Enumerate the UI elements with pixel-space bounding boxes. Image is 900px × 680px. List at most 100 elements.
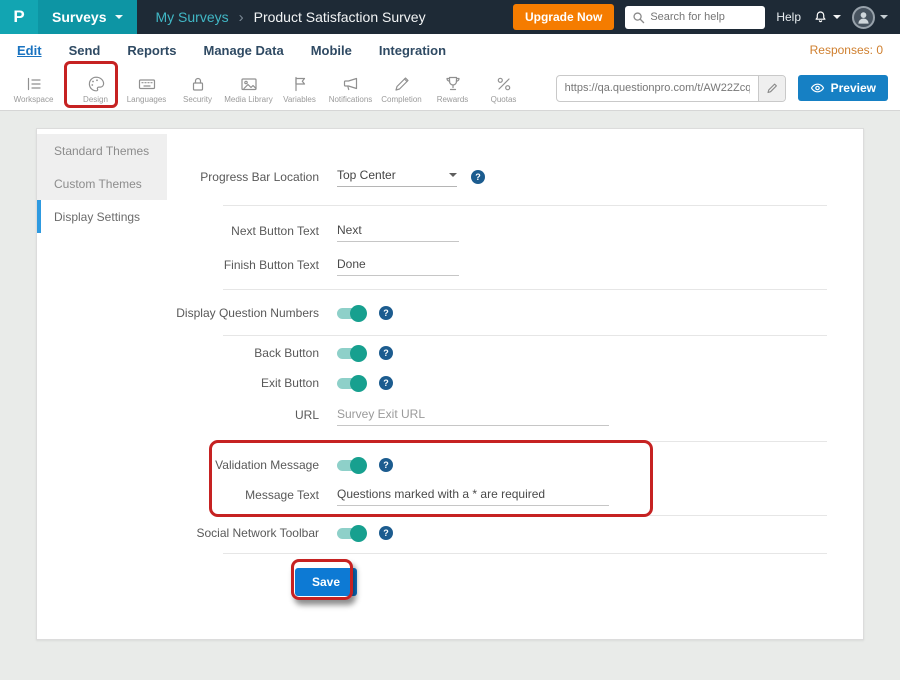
help-search-box[interactable] bbox=[625, 6, 765, 29]
display-question-numbers-toggle[interactable] bbox=[337, 308, 365, 319]
tool-label: Completion bbox=[381, 95, 421, 104]
selected-value: Top Center bbox=[337, 168, 396, 182]
nav-edit[interactable]: Edit bbox=[17, 43, 42, 58]
search-input[interactable] bbox=[650, 11, 758, 23]
workspace-icon bbox=[24, 74, 44, 94]
chevron-down-icon bbox=[115, 15, 123, 19]
upgrade-button[interactable]: Upgrade Now bbox=[513, 4, 614, 30]
back-button-label: Back Button bbox=[57, 346, 319, 360]
finish-button-text-label: Finish Button Text bbox=[57, 258, 319, 272]
message-text-input[interactable] bbox=[337, 485, 609, 506]
tool-label: Quotas bbox=[491, 95, 517, 104]
tool-variables[interactable]: Variables bbox=[274, 72, 325, 104]
help-link[interactable]: Help bbox=[776, 10, 801, 24]
bell-icon bbox=[812, 9, 829, 26]
tool-quotas[interactable]: Quotas bbox=[478, 72, 529, 104]
page-title: Product Satisfaction Survey bbox=[254, 9, 426, 25]
display-settings-panel: Standard Themes Custom Themes Display Se… bbox=[36, 128, 864, 640]
logo-letter: P bbox=[13, 7, 24, 27]
help-icon[interactable]: ? bbox=[379, 458, 393, 472]
sidebar-item-label: Standard Themes bbox=[54, 144, 149, 158]
help-icon[interactable]: ? bbox=[379, 306, 393, 320]
preview-button[interactable]: Preview bbox=[798, 75, 888, 101]
setting-row-message-text: Message Text bbox=[57, 481, 827, 509]
nav-integration[interactable]: Integration bbox=[379, 43, 446, 58]
social-network-toolbar-toggle[interactable] bbox=[337, 528, 365, 539]
tool-label: Notifications bbox=[329, 95, 373, 104]
responses-count: Responses: 0 bbox=[810, 43, 883, 57]
separator bbox=[223, 553, 827, 554]
chevron-down-icon bbox=[449, 173, 457, 177]
separator bbox=[223, 205, 827, 206]
tool-label: Rewards bbox=[437, 95, 469, 104]
eye-icon bbox=[810, 82, 825, 94]
avatar bbox=[852, 6, 875, 29]
survey-url-input[interactable] bbox=[557, 82, 758, 94]
tool-label: Variables bbox=[283, 95, 316, 104]
separator bbox=[223, 289, 827, 290]
notifications-menu[interactable] bbox=[812, 9, 841, 26]
setting-row-progress-bar-location: Progress Bar Location Top Center ? bbox=[57, 163, 827, 191]
tool-languages[interactable]: Languages bbox=[121, 72, 172, 104]
back-button-toggle[interactable] bbox=[337, 348, 365, 359]
chevron-down-icon bbox=[880, 15, 888, 19]
tool-media-library[interactable]: Media Library bbox=[223, 72, 274, 104]
edit-url-button[interactable] bbox=[758, 76, 785, 101]
setting-row-social-network-toolbar: Social Network Toolbar ? bbox=[57, 519, 827, 547]
setting-row-exit-button: Exit Button ? bbox=[57, 369, 827, 397]
flag-icon bbox=[290, 74, 310, 94]
questionpro-logo[interactable]: P bbox=[0, 0, 38, 34]
tool-completion[interactable]: Completion bbox=[376, 72, 427, 104]
breadcrumb-my-surveys[interactable]: My Surveys bbox=[155, 9, 228, 25]
survey-url-box bbox=[556, 75, 786, 102]
account-menu[interactable] bbox=[852, 6, 888, 29]
chevron-down-icon bbox=[833, 15, 841, 19]
help-icon[interactable]: ? bbox=[471, 170, 485, 184]
save-button[interactable]: Save bbox=[295, 568, 357, 596]
tool-label: Workspace bbox=[14, 95, 54, 104]
nav-reports[interactable]: Reports bbox=[127, 43, 176, 58]
help-icon[interactable]: ? bbox=[379, 376, 393, 390]
next-button-text-label: Next Button Text bbox=[57, 224, 319, 238]
setting-row-back-button: Back Button ? bbox=[57, 339, 827, 367]
content-area: Standard Themes Custom Themes Display Se… bbox=[0, 112, 900, 680]
tool-label: Media Library bbox=[224, 95, 272, 104]
tool-workspace[interactable]: Workspace bbox=[8, 72, 59, 104]
tool-label: Languages bbox=[127, 95, 167, 104]
tool-label: Design bbox=[83, 95, 108, 104]
design-palette-icon bbox=[86, 74, 106, 94]
nav-mobile[interactable]: Mobile bbox=[311, 43, 352, 58]
toolbar-divider bbox=[64, 73, 65, 103]
help-icon[interactable]: ? bbox=[379, 526, 393, 540]
progress-bar-location-select[interactable]: Top Center bbox=[337, 168, 457, 187]
setting-row-exit-url: URL bbox=[57, 401, 827, 429]
separator bbox=[223, 441, 827, 442]
lock-icon bbox=[188, 74, 208, 94]
product-switcher[interactable]: Surveys bbox=[38, 0, 137, 34]
nav-send[interactable]: Send bbox=[69, 43, 101, 58]
validation-message-toggle[interactable] bbox=[337, 460, 365, 471]
exit-url-input[interactable] bbox=[337, 405, 609, 426]
setting-row-display-question-numbers: Display Question Numbers ? bbox=[57, 299, 827, 327]
finish-button-text-input[interactable] bbox=[337, 255, 459, 276]
keyboard-icon bbox=[137, 74, 157, 94]
tool-design[interactable]: Design bbox=[70, 72, 121, 104]
setting-row-validation-message: Validation Message ? bbox=[57, 451, 827, 479]
tool-security[interactable]: Security bbox=[172, 72, 223, 104]
tool-label: Security bbox=[183, 95, 212, 104]
exit-button-toggle[interactable] bbox=[337, 378, 365, 389]
url-label: URL bbox=[57, 408, 319, 422]
help-icon[interactable]: ? bbox=[379, 346, 393, 360]
setting-row-finish-button-text: Finish Button Text bbox=[57, 251, 827, 279]
design-toolbar: Workspace Design Languages Security Medi… bbox=[0, 66, 900, 111]
separator bbox=[223, 335, 827, 336]
pencil-icon bbox=[765, 81, 779, 95]
tool-rewards[interactable]: Rewards bbox=[427, 72, 478, 104]
nav-manage-data[interactable]: Manage Data bbox=[203, 43, 283, 58]
next-button-text-input[interactable] bbox=[337, 221, 459, 242]
image-icon bbox=[239, 74, 259, 94]
validation-message-label: Validation Message bbox=[57, 458, 319, 472]
tool-notifications[interactable]: Notifications bbox=[325, 72, 376, 104]
progress-bar-location-label: Progress Bar Location bbox=[57, 170, 319, 184]
survey-nav: Edit Send Reports Manage Data Mobile Int… bbox=[0, 34, 900, 66]
